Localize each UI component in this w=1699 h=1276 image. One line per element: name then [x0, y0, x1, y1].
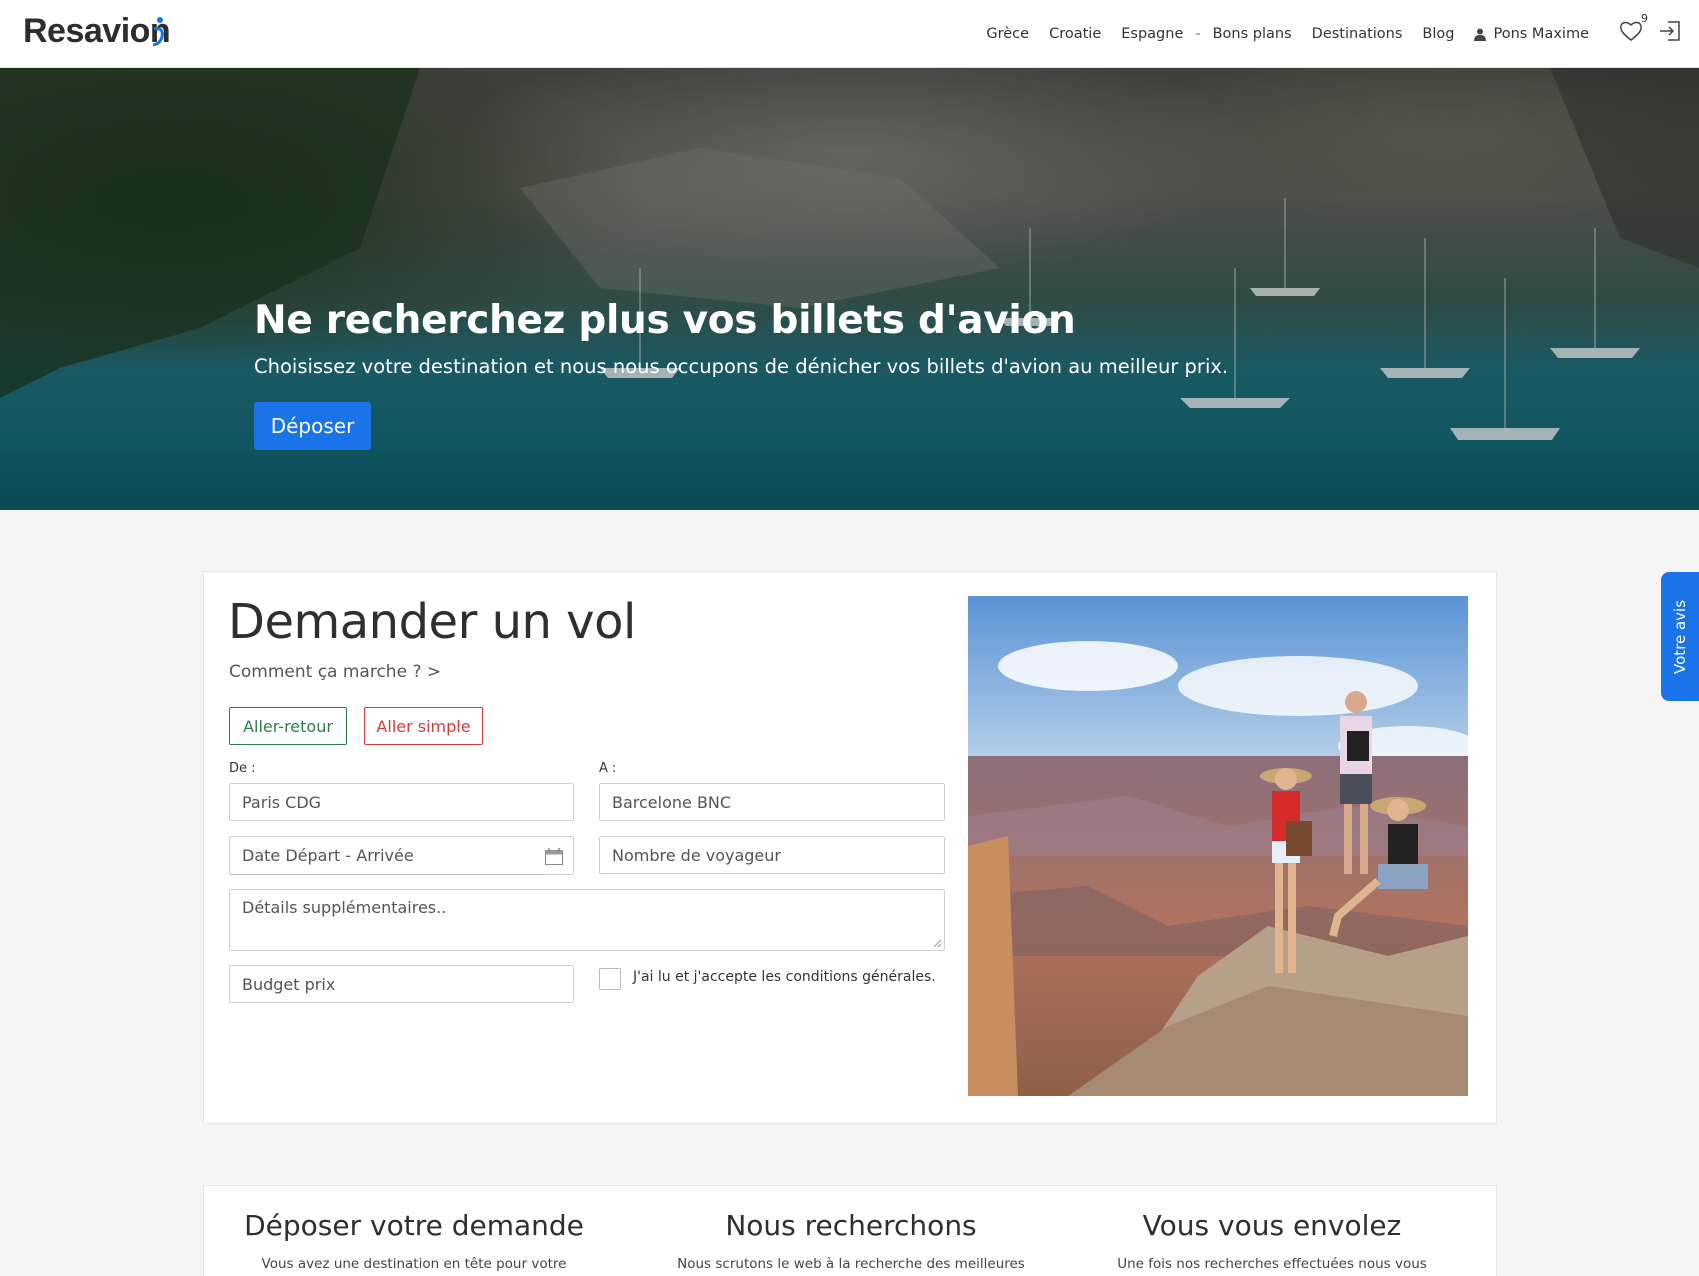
deposit-button[interactable]: Déposer — [254, 402, 371, 450]
hero-subtitle: Choisissez votre destination et nous nou… — [254, 355, 1229, 378]
logo-mark-icon — [152, 17, 164, 47]
details-placeholder: Détails supplémentaires.. — [242, 898, 447, 917]
user-icon — [1474, 28, 1487, 41]
step-fly: Vous vous envolez Une fois nos recherche… — [1062, 1186, 1482, 1272]
details-textarea[interactable]: Détails supplémentaires.. — [229, 889, 945, 951]
form-title: Demander un vol — [228, 594, 636, 650]
nav-separator: - — [1195, 26, 1201, 42]
heart-icon[interactable] — [1619, 20, 1643, 42]
feedback-tab-label: Votre avis — [1671, 599, 1689, 674]
to-input[interactable]: Barcelone BNC — [599, 783, 945, 821]
favorites-count: 9 — [1641, 12, 1648, 25]
from-input[interactable]: Paris CDG — [229, 783, 574, 821]
terms-label: J'ai lu et j'accepte les conditions géné… — [633, 969, 936, 985]
budget-placeholder: Budget prix — [242, 974, 336, 994]
travellers-input[interactable]: Nombre de voyageur — [599, 836, 945, 874]
step-text: Une fois nos recherches effectuées nous … — [1117, 1256, 1427, 1272]
hero-banner: Ne recherchez plus vos billets d'avion C… — [0, 68, 1699, 510]
nav-item-destinations[interactable]: Destinations — [1312, 26, 1403, 42]
step-title: Vous vous envolez — [1142, 1209, 1402, 1242]
logo[interactable]: Resavion — [23, 12, 171, 51]
nav-item-croatie[interactable]: Croatie — [1049, 26, 1101, 42]
date-underline — [230, 874, 544, 875]
user-menu[interactable]: Pons Maxime — [1474, 26, 1589, 42]
step-text: Nous scrutons le web à la recherche des … — [677, 1256, 1025, 1272]
step-deposit: Déposer votre demande Vous avez une dest… — [204, 1186, 624, 1272]
hero-title: Ne recherchez plus vos billets d'avion — [254, 298, 1076, 343]
one-way-button[interactable]: Aller simple — [364, 707, 483, 745]
terms-checkbox[interactable] — [599, 968, 621, 990]
travellers-placeholder: Nombre de voyageur — [612, 845, 781, 865]
how-it-works-link[interactable]: Comment ça marche ? > — [229, 662, 441, 682]
nav-item-bons-plans[interactable]: Bons plans — [1213, 26, 1292, 42]
user-name: Pons Maxime — [1493, 26, 1589, 42]
step-text: Vous avez une destination en tête pour v… — [261, 1256, 567, 1272]
step-title: Nous recherchons — [725, 1209, 977, 1242]
date-range-input[interactable]: Date Départ - Arrivée — [229, 836, 574, 875]
nav-item-blog[interactable]: Blog — [1422, 26, 1454, 42]
resize-grip-icon[interactable] — [933, 939, 942, 948]
how-it-works-steps: Déposer votre demande Vous avez une dest… — [203, 1185, 1497, 1276]
to-placeholder: Barcelone BNC — [612, 792, 732, 812]
step-search: Nous recherchons Nous scrutons le web à … — [641, 1186, 1061, 1272]
calendar-icon[interactable] — [545, 848, 563, 865]
flight-request-card: Demander un vol Comment ça marche ? > Al… — [203, 571, 1497, 1124]
nav-item-espagne[interactable]: Espagne — [1121, 26, 1183, 42]
from-label: De : — [229, 761, 256, 776]
travellers-photo — [968, 596, 1468, 1096]
round-trip-button[interactable]: Aller-retour — [229, 707, 347, 745]
date-placeholder: Date Départ - Arrivée — [242, 846, 414, 865]
feedback-tab[interactable]: Votre avis — [1661, 572, 1699, 701]
logout-icon[interactable] — [1659, 20, 1681, 42]
step-title: Déposer votre demande — [244, 1209, 584, 1242]
main-nav: Grèce Croatie Espagne - Bons plans Desti… — [986, 0, 1589, 68]
budget-input[interactable]: Budget prix — [229, 965, 574, 1003]
to-label: A : — [599, 761, 617, 776]
from-placeholder: Paris CDG — [242, 792, 322, 812]
nav-item-grece[interactable]: Grèce — [986, 26, 1029, 42]
top-header: Resavion Grèce Croatie Espagne - Bons pl… — [0, 0, 1699, 68]
